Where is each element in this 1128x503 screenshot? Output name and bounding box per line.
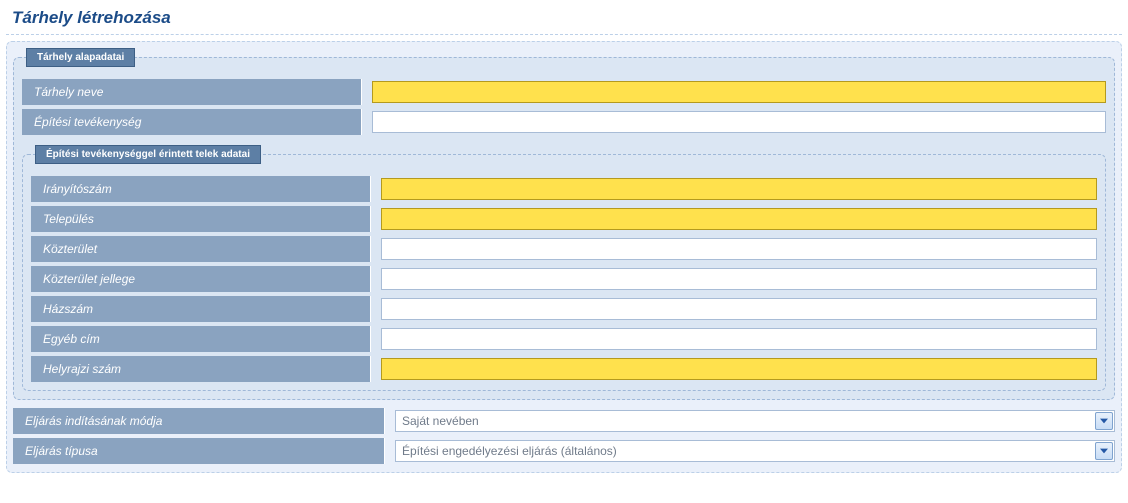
input-house[interactable] — [381, 298, 1097, 320]
row-house: Házszám — [31, 296, 1097, 322]
label-proc-start: Eljárás indításának módja — [13, 408, 385, 434]
input-lotnum[interactable] — [381, 358, 1097, 380]
input-street-type[interactable] — [381, 268, 1097, 290]
input-zip[interactable] — [381, 178, 1097, 200]
group-basic-data: Tárhely alapadatai Tárhely neve Építési … — [13, 48, 1115, 400]
label-storage-name: Tárhely neve — [22, 79, 362, 105]
label-street-type: Közterület jellege — [31, 266, 371, 292]
group-basic-data-legend: Tárhely alapadatai — [26, 48, 135, 67]
label-zip: Irányítószám — [31, 176, 371, 202]
group-plot-data: Építési tevékenységgel érintett telek ad… — [22, 145, 1106, 391]
select-proc-start[interactable]: Saját nevében — [395, 410, 1115, 432]
label-activity: Építési tevékenység — [22, 109, 362, 135]
form-panel: Tárhely alapadatai Tárhely neve Építési … — [6, 41, 1122, 473]
label-other: Egyéb cím — [31, 326, 371, 352]
label-lotnum: Helyrajzi szám — [31, 356, 371, 382]
group-plot-data-legend: Építési tevékenységgel érintett telek ad… — [35, 145, 261, 164]
row-street: Közterület — [31, 236, 1097, 262]
row-other: Egyéb cím — [31, 326, 1097, 352]
row-zip: Irányítószám — [31, 176, 1097, 202]
row-lotnum: Helyrajzi szám — [31, 356, 1097, 382]
row-proc-start: Eljárás indításának módja Saját nevében — [13, 408, 1115, 434]
row-activity: Építési tevékenység — [22, 109, 1106, 135]
select-proc-type[interactable]: Építési engedélyezési eljárás (általános… — [395, 440, 1115, 462]
page-title: Tárhely létrehozása — [6, 4, 1122, 35]
row-city: Település — [31, 206, 1097, 232]
row-proc-type: Eljárás típusa Építési engedélyezési elj… — [13, 438, 1115, 464]
input-activity[interactable] — [372, 111, 1106, 133]
input-city[interactable] — [381, 208, 1097, 230]
label-house: Házszám — [31, 296, 371, 322]
input-other[interactable] — [381, 328, 1097, 350]
row-storage-name: Tárhely neve — [22, 79, 1106, 105]
row-street-type: Közterület jellege — [31, 266, 1097, 292]
input-storage-name[interactable] — [372, 81, 1106, 103]
label-proc-type: Eljárás típusa — [13, 438, 385, 464]
input-street[interactable] — [381, 238, 1097, 260]
label-city: Település — [31, 206, 371, 232]
label-street: Közterület — [31, 236, 371, 262]
